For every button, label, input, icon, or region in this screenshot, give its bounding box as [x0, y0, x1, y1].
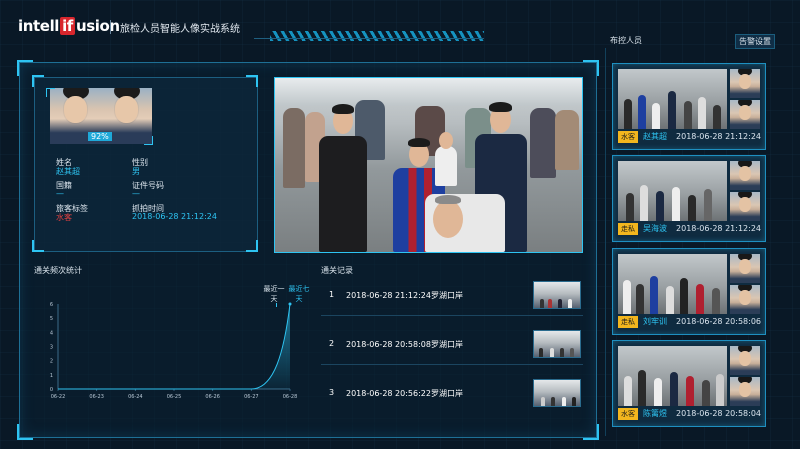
y-tick-label: 1 [50, 373, 53, 379]
sidebar-title: 布控人员 [610, 36, 642, 45]
card-capture-photo [730, 192, 760, 221]
x-tick-label: 06-24 [128, 394, 143, 400]
x-tick-label: 06-22 [51, 394, 66, 400]
card-tag: 水客 [618, 131, 638, 143]
card-id-photo [730, 346, 760, 375]
sidebar-divider [605, 48, 606, 436]
profile-corner [32, 240, 44, 252]
card-scene-image [618, 69, 727, 129]
face-frame-corner [144, 136, 153, 145]
profile-corner [32, 75, 44, 87]
face-frame-corner [46, 88, 55, 97]
card-capture-photo [730, 100, 760, 129]
main-panel-corner [17, 60, 33, 76]
logo-text-if: if [60, 17, 75, 35]
card-id-photo [730, 254, 760, 283]
logo-text-left: intell [18, 17, 60, 35]
record-text: 2018-06-28 20:58:08罗湖口岸 [346, 340, 463, 349]
logo-text-right: usion [75, 17, 120, 35]
card-name: 吴海波 [643, 224, 667, 233]
x-tick-label: 06-25 [167, 394, 182, 400]
card-name: 刘牢训 [643, 317, 667, 326]
card-id-photo [730, 69, 760, 98]
record-thumbnail[interactable] [533, 330, 581, 358]
records-title: 通关记录 [321, 266, 353, 275]
series-line [58, 303, 291, 390]
record-thumbnail[interactable] [533, 281, 581, 309]
data-point [288, 302, 292, 306]
card-tag: 走私 [618, 316, 638, 328]
record-text: 2018-06-28 21:12:24罗湖口岸 [346, 291, 463, 300]
record-row[interactable]: 2 2018-06-28 20:58:08罗湖口岸 [321, 328, 583, 365]
record-index: 3 [329, 388, 335, 397]
card-time: 2018-06-28 20:58:04 [676, 409, 761, 418]
watchlist-card[interactable]: 走私 吴海波 2018-06-28 21:12:24 [612, 155, 766, 242]
card-time: 2018-06-28 20:58:06 [676, 317, 761, 326]
y-tick-label: 2 [50, 359, 53, 365]
x-tick-label: 06-23 [89, 394, 104, 400]
record-thumbnail[interactable] [533, 379, 581, 407]
series-area [58, 304, 290, 389]
watchlist-card[interactable]: 走私 刘牢训 2018-06-28 20:58:06 [612, 248, 766, 335]
traveler-tag-value: 水客 [56, 213, 72, 222]
capture-time-value: 2018-06-28 21:12:24 [132, 212, 217, 221]
profile-corner [246, 75, 258, 87]
card-name: 赵其超 [643, 132, 667, 141]
record-index: 1 [329, 290, 335, 299]
brand-logo: intell if usion [18, 17, 120, 35]
frequency-chart: 0 1 2 3 4 5 6 06-22 06-23 06-24 06-25 06-26 06-27 06-… [50, 302, 298, 400]
header-decoration-line [254, 38, 484, 39]
x-tick-label: 06-27 [244, 394, 259, 400]
record-text: 2018-06-28 20:56:22罗湖口岸 [346, 389, 463, 398]
card-id-photo [730, 161, 760, 190]
record-row[interactable]: 1 2018-06-28 21:12:24罗湖口岸 [321, 279, 583, 316]
card-time: 2018-06-28 21:12:24 [676, 132, 761, 141]
logo-divider [110, 20, 111, 34]
live-video-feed[interactable] [274, 77, 583, 253]
profile-corner [246, 240, 258, 252]
record-row[interactable]: 3 2018-06-28 20:56:22罗湖口岸 [321, 377, 583, 413]
nationality-value: — [56, 189, 64, 198]
main-panel-corner [17, 424, 33, 440]
x-tick-label: 06-28 [283, 394, 298, 400]
y-tick-label: 5 [50, 316, 53, 322]
id-number-value: — [132, 189, 140, 198]
card-name: 陈篱煜 [643, 409, 667, 418]
header-decoration-stripes [270, 31, 484, 41]
y-tick-label: 3 [50, 345, 53, 351]
y-tick-label: 0 [50, 387, 53, 393]
watchlist-card[interactable]: 水客 赵其超 2018-06-28 21:12:24 [612, 63, 766, 150]
card-time: 2018-06-28 21:12:24 [676, 224, 761, 233]
gender-value: 男 [132, 167, 140, 176]
record-index: 2 [329, 339, 335, 348]
card-scene-image [618, 254, 727, 314]
card-scene-image [618, 346, 727, 406]
main-panel-corner [583, 60, 599, 76]
card-capture-photo [730, 285, 760, 314]
watchlist-card[interactable]: 水客 陈篱煜 2018-06-28 20:58:04 [612, 340, 766, 427]
app-title: 旅检人员智能人像实战系统 [120, 24, 240, 35]
card-tag: 走私 [618, 223, 638, 235]
x-tick-label: 06-26 [205, 394, 220, 400]
y-tick-label: 4 [50, 330, 53, 336]
card-tag: 水客 [618, 408, 638, 420]
video-ceiling [275, 78, 582, 106]
name-value: 赵其超 [56, 167, 80, 176]
y-tick-label: 6 [50, 302, 53, 308]
chart-title: 通关频次统计 [34, 266, 82, 275]
alert-settings-button[interactable]: 告警设置 [735, 34, 775, 49]
card-capture-photo [730, 377, 760, 406]
match-score-badge: 92% [88, 132, 112, 141]
card-scene-image [618, 161, 727, 221]
main-panel-corner [583, 424, 599, 440]
